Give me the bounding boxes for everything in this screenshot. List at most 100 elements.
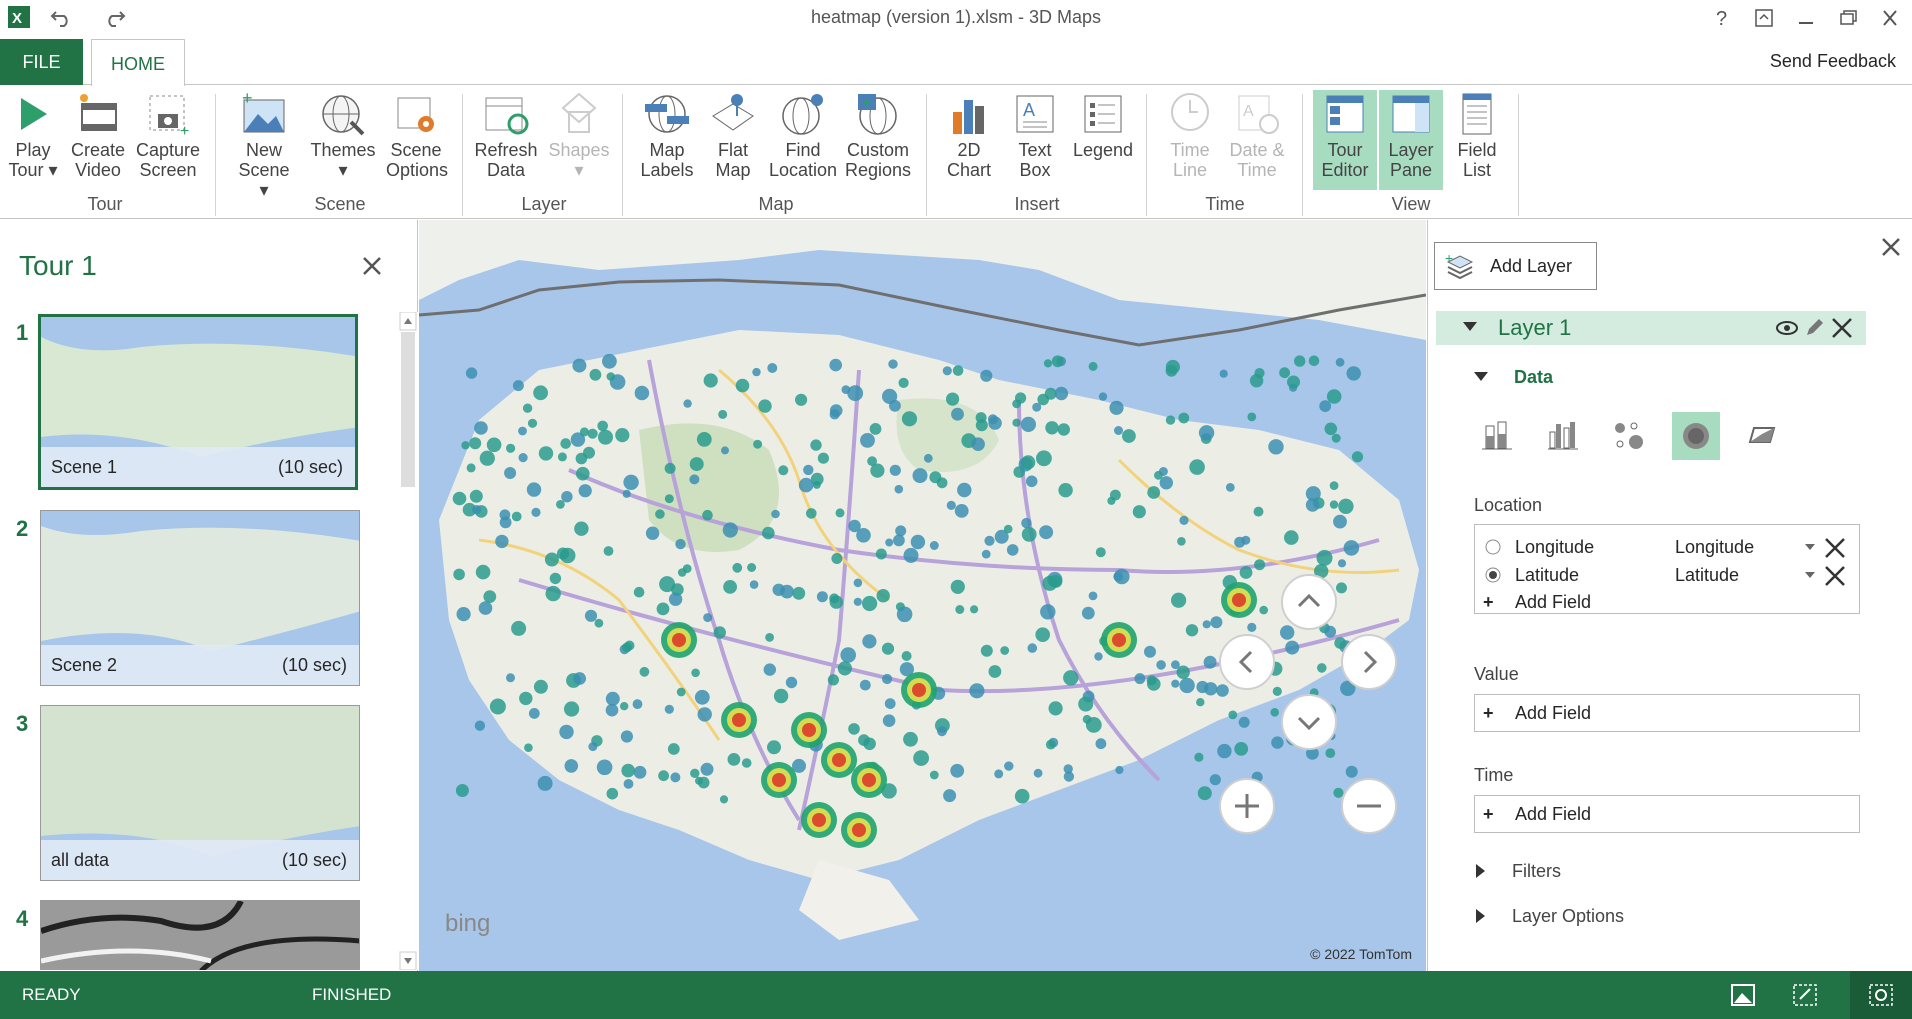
add-field-row[interactable]: + Add Field xyxy=(1475,587,1859,617)
remove-field-icon[interactable] xyxy=(1823,564,1847,588)
heat-map-icon[interactable] xyxy=(1672,412,1720,460)
layer-pane-button[interactable]: Layer Pane xyxy=(1379,90,1443,190)
collapse-triangle-icon[interactable] xyxy=(1463,322,1477,332)
restore-icon[interactable] xyxy=(1832,5,1864,31)
rotate-right-button[interactable] xyxy=(1341,634,1397,690)
chevron-down-icon[interactable] xyxy=(1805,572,1815,579)
scrollbar[interactable] xyxy=(398,312,418,970)
new-scene-button[interactable]: + New Scene ▾ xyxy=(232,90,296,200)
add-field-label: Add Field xyxy=(1515,804,1592,824)
pencil-icon[interactable] xyxy=(1803,317,1825,339)
create-video-button[interactable]: Create Video xyxy=(70,90,126,180)
group-insert-label: Insert xyxy=(1014,194,1060,214)
collapse-triangle-icon[interactable] xyxy=(1474,372,1488,382)
field-name: Longitude xyxy=(1515,537,1595,557)
scene-thumbnail[interactable]: Scene 2 (10 sec) xyxy=(40,510,360,686)
add-field-row[interactable]: + Add Field xyxy=(1475,698,1859,728)
eye-icon[interactable] xyxy=(1775,318,1799,338)
tilt-down-button[interactable] xyxy=(1281,694,1337,750)
text-box-button[interactable]: A Text Box xyxy=(1010,90,1060,180)
region-icon[interactable] xyxy=(1738,412,1786,460)
scene-thumbnail[interactable] xyxy=(40,900,360,970)
zoom-out-button[interactable] xyxy=(1341,778,1397,834)
themes-button[interactable]: Themes ▾ xyxy=(308,90,378,180)
label-line2: Options xyxy=(386,160,449,180)
full-screen-icon[interactable] xyxy=(1748,5,1780,31)
field-type-select[interactable]: Longitude xyxy=(1675,532,1754,562)
value-field-box[interactable]: + Add Field xyxy=(1474,694,1860,732)
play-tour-button[interactable]: Play Tour ▾ xyxy=(8,90,58,180)
shapes-icon xyxy=(555,90,603,138)
fit-map-icon[interactable] xyxy=(1790,981,1820,1009)
reset-view-button[interactable] xyxy=(1850,971,1912,1019)
map-labels-button[interactable]: Map Labels xyxy=(636,90,698,180)
label-line1: Shapes xyxy=(548,140,610,160)
help-icon[interactable]: ? xyxy=(1706,5,1738,31)
scene-thumbnail[interactable]: all data (10 sec) xyxy=(40,705,360,881)
layer-options-section[interactable]: Layer Options xyxy=(1512,906,1624,927)
expand-triangle-icon[interactable] xyxy=(1476,864,1486,878)
map-canvas[interactable]: bing © 2022 TomTom xyxy=(419,220,1426,971)
close-icon[interactable] xyxy=(1880,236,1902,258)
find-location-button[interactable]: Find Location xyxy=(768,90,838,180)
refresh-data-button[interactable]: Refresh Data xyxy=(474,90,538,180)
zoom-in-button[interactable] xyxy=(1219,778,1275,834)
tab-file[interactable]: FILE xyxy=(0,39,83,85)
time-line-button[interactable]: Time Line xyxy=(1164,90,1216,180)
label-line2: ▾ xyxy=(574,160,584,180)
ribbon-separator xyxy=(215,94,216,216)
legend-icon xyxy=(1079,90,1127,138)
flat-map-button[interactable]: Flat Map xyxy=(708,90,758,180)
chevron-down-icon[interactable] xyxy=(1805,544,1815,551)
shapes-button[interactable]: Shapes ▾ xyxy=(548,90,610,180)
time-field-box[interactable]: + Add Field xyxy=(1474,795,1860,833)
rotate-left-button[interactable] xyxy=(1219,634,1275,690)
scene-thumbnail[interactable]: Scene 1 (10 sec) xyxy=(38,314,358,490)
scene-options-icon xyxy=(392,90,440,138)
date-time-icon: A xyxy=(1233,90,1281,138)
field-list-button[interactable]: Field List xyxy=(1450,90,1504,180)
filters-section[interactable]: Filters xyxy=(1512,861,1561,882)
capture-screen-button[interactable]: + Capture Screen xyxy=(134,90,202,180)
group-scene-label: Scene xyxy=(314,194,366,214)
add-field-row[interactable]: + Add Field xyxy=(1475,799,1859,829)
data-section-title[interactable]: Data xyxy=(1514,367,1553,388)
tour-title[interactable]: Tour 1 xyxy=(19,250,97,282)
radio-button-selected[interactable] xyxy=(1485,567,1501,583)
bubble-icon[interactable] xyxy=(1606,412,1654,460)
remove-field-icon[interactable] xyxy=(1823,536,1847,560)
label-line2: Line xyxy=(1172,160,1208,180)
status-ready: READY xyxy=(22,985,81,1004)
layer-name[interactable]: Layer 1 xyxy=(1498,315,1571,341)
minimize-icon[interactable] xyxy=(1790,5,1822,31)
close-icon[interactable] xyxy=(361,255,383,277)
send-feedback-link[interactable]: Send Feedback xyxy=(1770,51,1896,72)
2d-chart-button[interactable]: 2D Chart xyxy=(944,90,994,180)
tour-editor-button[interactable]: Tour Editor xyxy=(1313,90,1377,190)
legend-button[interactable]: Legend xyxy=(1070,90,1136,160)
layer-header[interactable]: Layer 1 xyxy=(1436,311,1866,345)
find-location-icon xyxy=(779,90,827,138)
custom-regions-button[interactable]: + Custom Regions xyxy=(844,90,912,180)
scene-options-button[interactable]: Scene Options xyxy=(386,90,449,180)
label-line2: Chart xyxy=(946,160,991,180)
field-row-longitude[interactable]: Longitude Longitude xyxy=(1475,532,1859,562)
tilt-up-button[interactable] xyxy=(1281,574,1337,630)
delete-icon[interactable] xyxy=(1831,317,1853,339)
close-icon[interactable] xyxy=(1874,5,1906,31)
date-time-button[interactable]: A Date & Time xyxy=(1224,90,1290,180)
clustered-column-icon[interactable] xyxy=(1540,412,1588,460)
label-line1: Field xyxy=(1457,140,1497,160)
add-layer-button[interactable]: + Add Layer xyxy=(1434,242,1597,290)
stacked-column-icon[interactable] xyxy=(1474,412,1522,460)
field-row-latitude[interactable]: Latitude Latitude xyxy=(1475,560,1859,590)
screen-capture-icon[interactable] xyxy=(1728,981,1758,1009)
expand-triangle-icon[interactable] xyxy=(1476,909,1486,923)
tab-home[interactable]: HOME xyxy=(91,39,185,86)
radio-button[interactable] xyxy=(1485,539,1501,555)
map-labels-icon xyxy=(643,90,691,138)
group-view-label: View xyxy=(1391,194,1431,214)
field-type-select[interactable]: Latitude xyxy=(1675,560,1739,590)
label-line1: 2D xyxy=(957,140,981,160)
flat-map-icon xyxy=(709,90,757,138)
